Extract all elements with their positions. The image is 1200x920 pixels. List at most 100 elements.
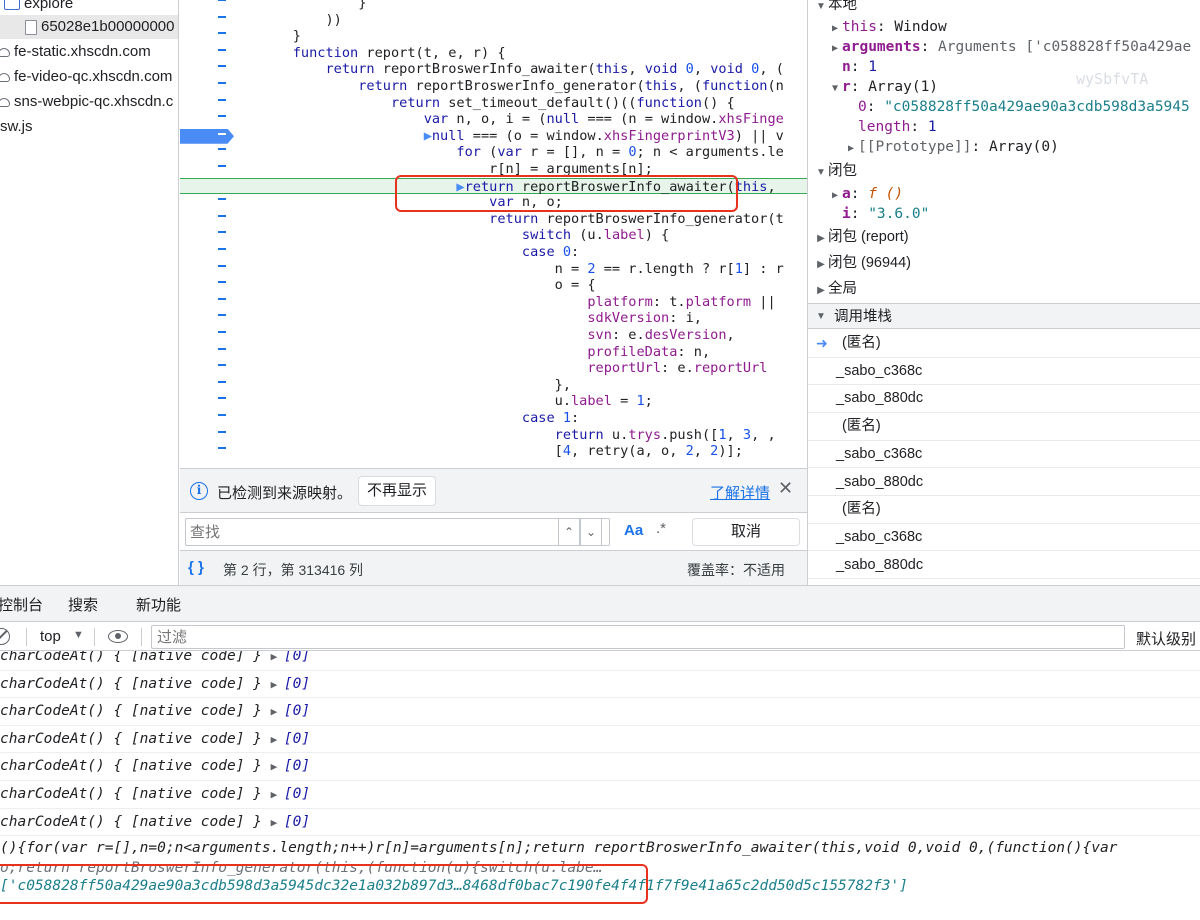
callstack-frame[interactable]: _sabo_880dc — [808, 385, 1200, 413]
code-line[interactable]: var n, o, i = (null === (n = window.xhsF… — [180, 111, 807, 128]
code-line[interactable]: profileData: n, — [180, 344, 807, 361]
scope-var-prototype[interactable]: ▶ [[Prototype]]: Array(0) — [844, 137, 1200, 157]
code-line[interactable]: n = 2 == r.length ? r[1] : r — [180, 261, 807, 278]
callstack-frame[interactable]: ➜ (匿名) — [808, 330, 1200, 358]
log-entry[interactable]: charCodeAt() { [native code] } ▶ [0] — [0, 781, 1200, 809]
var-value: Arguments ['c058828ff50a429ae — [938, 39, 1192, 55]
scope-var-arguments[interactable]: ▶ arguments: Arguments ['c058828ff50a429a… — [828, 37, 1200, 57]
expand-arrow-icon[interactable]: ▶ — [271, 733, 284, 746]
code-line[interactable]: return reportBroswerInfo_generator(this,… — [180, 78, 807, 95]
code-line[interactable]: case 0: — [180, 244, 807, 261]
code-line[interactable]: } — [180, 28, 807, 45]
code-line[interactable]: switch (u.label) { — [180, 227, 807, 244]
callstack-frame[interactable]: _sabo_c368c — [808, 524, 1200, 552]
log-function-source[interactable]: (){for(var r=[],n=0;n<arguments.length;n… — [0, 838, 1200, 858]
expand-arrow-icon[interactable]: ▶ — [271, 705, 284, 718]
scope-local-header[interactable]: ▼ 本地 — [814, 0, 1200, 15]
code-line[interactable]: return reportBroswerInfo_generator(t — [180, 211, 807, 228]
context-select[interactable]: top — [40, 628, 61, 645]
code-line[interactable]: sdkVersion: i, — [180, 310, 807, 327]
tab-console[interactable]: 控制台 — [0, 594, 43, 615]
code-line[interactable]: return u.trys.push([1, 3, , — [180, 427, 807, 444]
regex-button[interactable]: .* — [656, 520, 666, 537]
log-text: charCodeAt() { [native code] } — [0, 703, 271, 720]
filter-input[interactable] — [151, 625, 1125, 649]
callstack-frame[interactable]: _sabo_c368c — [808, 358, 1200, 386]
expand-arrow-icon[interactable]: ▶ — [271, 651, 284, 663]
tree-item-current-file[interactable]: 65028e1b00000000 — [0, 15, 178, 39]
tree-item-explore[interactable]: explore — [4, 0, 73, 16]
triangle-right-icon: ▶ — [817, 259, 825, 270]
dont-show-again-button[interactable]: 不再显示 — [358, 476, 437, 506]
scope-var-i[interactable]: i: "3.6.0" — [842, 204, 1200, 224]
code-line[interactable]: return reportBroswerInfo_awaiter(this, v… — [180, 61, 807, 78]
code-line[interactable]: reportUrl: e.reportUrl — [180, 360, 807, 377]
callstack-frame[interactable]: _sabo_880dc — [808, 552, 1200, 580]
scope-closure-96944-label: 闭包 (96944) — [828, 255, 912, 271]
eye-icon[interactable] — [108, 630, 128, 643]
expand-arrow-icon[interactable]: ▶ — [271, 788, 284, 801]
find-input[interactable] — [185, 518, 610, 546]
log-entry[interactable]: charCodeAt() { [native code] } ▶ [0] — [0, 651, 1200, 671]
source-editor[interactable]: } )) } function report(t, e, r) { return… — [180, 0, 807, 468]
scope-var-length[interactable]: length: 1 — [858, 117, 1200, 137]
code-line[interactable]: )) — [180, 12, 807, 29]
tree-item-sns-webpic[interactable]: sns-webpic-qc.xhscdn.c — [0, 90, 173, 114]
match-case-button[interactable]: Aa — [624, 522, 643, 539]
callstack-frame[interactable]: (匿名) — [808, 413, 1200, 441]
code-line[interactable]: ▶null === (o = window.xhsFingerprintV3) … — [180, 128, 807, 145]
log-level-select[interactable]: 默认级别 — [1136, 628, 1196, 649]
scope-var-r[interactable]: ▼ r: Array(1) — [828, 77, 1200, 97]
scope-closure-report[interactable]: ▶ 闭包 (report) — [814, 227, 1200, 247]
expand-arrow-icon[interactable]: ▶ — [271, 760, 284, 773]
code-line[interactable]: case 1: — [180, 410, 807, 427]
callstack-frame[interactable]: _sabo_880dc — [808, 469, 1200, 496]
code-line[interactable]: }, — [180, 377, 807, 394]
code-line[interactable]: return set_timeout_default()((function()… — [180, 95, 807, 112]
console-log[interactable]: charCodeAt() { [native code] } ▶ [0] char… — [0, 651, 1200, 920]
chevron-up-icon[interactable]: ⌃ — [558, 518, 580, 546]
log-entry[interactable]: charCodeAt() { [native code] } ▶ [0] — [0, 671, 1200, 699]
log-entry[interactable]: charCodeAt() { [native code] } ▶ [0] — [0, 809, 1200, 837]
code-line[interactable]: svn: e.desVersion, — [180, 327, 807, 344]
tree-item-fe-video[interactable]: fe-video-qc.xhscdn.com — [0, 65, 172, 89]
code-line[interactable]: u.label = 1; — [180, 393, 807, 410]
callstack-frame[interactable]: _sabo_c368c — [808, 441, 1200, 469]
scope-var-this[interactable]: ▶ this: Window — [828, 17, 1200, 37]
code-line[interactable]: function report(t, e, r) { — [180, 45, 807, 62]
scope-closure-96944[interactable]: ▶ 闭包 (96944) — [814, 253, 1200, 273]
log-value: [0] — [283, 651, 311, 664]
scope-var-a[interactable]: ▶ a: f () — [828, 184, 1200, 204]
code-line[interactable]: } — [180, 0, 807, 12]
scope-global[interactable]: ▶ 全局 — [814, 279, 1200, 299]
code-line[interactable]: platform: t.platform || — [180, 294, 807, 311]
triangle-right-icon: ▶ — [831, 23, 839, 34]
code-line[interactable]: [4, retry(a, o, 2, 2)]; — [180, 443, 807, 460]
learn-more-link[interactable]: 了解详情 — [710, 482, 770, 503]
log-entry[interactable]: charCodeAt() { [native code] } ▶ [0] — [0, 753, 1200, 781]
callstack-frame[interactable]: (匿名) — [808, 496, 1200, 524]
code-line[interactable]: for (var r = [], n = 0; n < arguments.le — [180, 144, 807, 161]
caret-down-icon[interactable]: ▼ — [73, 629, 84, 641]
scope-closure-header[interactable]: ▼ 闭包 — [814, 161, 1200, 181]
log-entry[interactable]: charCodeAt() { [native code] } ▶ [0] — [0, 698, 1200, 726]
scope-var-n[interactable]: n: 1 — [842, 57, 1200, 77]
var-key: a — [842, 186, 851, 202]
tree-item-fe-static[interactable]: fe-static.xhscdn.com — [0, 40, 151, 64]
expand-arrow-icon[interactable]: ▶ — [271, 678, 284, 691]
callstack-header[interactable]: ▼ 调用堆栈 — [808, 303, 1200, 329]
log-entry[interactable]: charCodeAt() { [native code] } ▶ [0] — [0, 726, 1200, 754]
clear-console-icon[interactable] — [0, 628, 10, 645]
cloud-icon — [0, 72, 10, 82]
scope-var-r-0[interactable]: 0: "c058828ff50a429ae90a3cdb598d3a5945 — [858, 97, 1200, 117]
pretty-print-icon[interactable]: { } — [188, 559, 204, 576]
close-icon[interactable]: ✕ — [778, 478, 793, 499]
tree-item-sw-js[interactable]: sw.js — [0, 115, 33, 139]
frame-name: _sabo_c368c — [836, 528, 923, 545]
code-line[interactable]: o = { — [180, 277, 807, 294]
expand-arrow-icon[interactable]: ▶ — [271, 816, 284, 829]
tab-whats-new[interactable]: 新功能 — [136, 594, 181, 615]
tab-search[interactable]: 搜索 — [68, 594, 98, 615]
chevron-down-icon[interactable]: ⌄ — [580, 518, 602, 546]
cancel-button[interactable]: 取消 — [692, 518, 800, 546]
